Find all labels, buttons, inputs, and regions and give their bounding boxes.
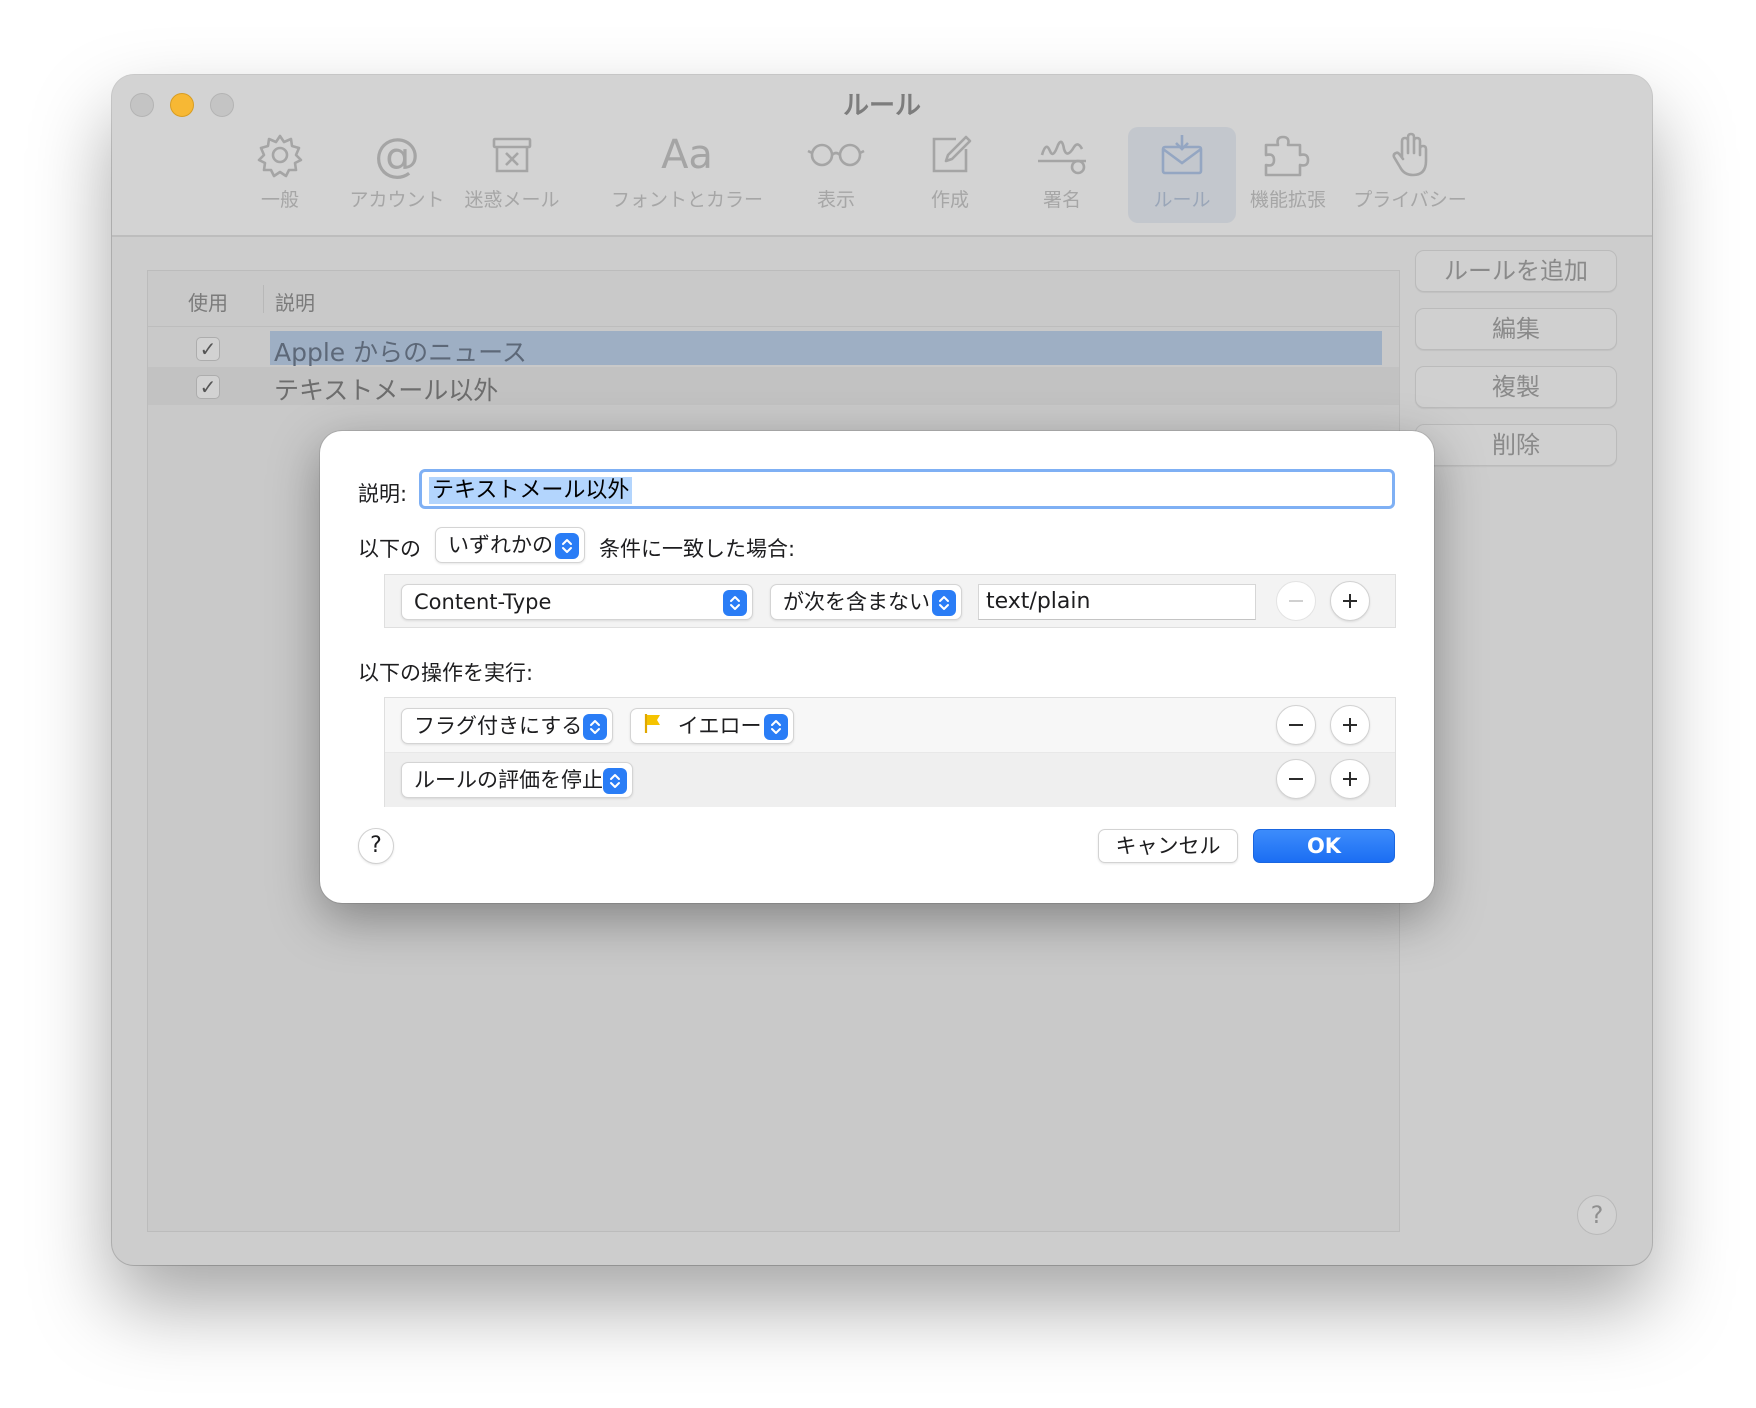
tab-fonts-colors[interactable]: Aa フォントとカラー (598, 127, 776, 223)
cancel-button[interactable]: キャンセル (1098, 829, 1238, 863)
description-input[interactable]: テキストメール以外 (419, 469, 1395, 509)
add-action-button[interactable] (1330, 705, 1370, 745)
edit-rule-button[interactable]: 編集 (1415, 308, 1617, 350)
flag-color-value: イエロー (677, 714, 762, 738)
tab-label: ルール (1153, 189, 1211, 211)
tab-label: 作成 (930, 189, 969, 211)
preferences-toolbar: 一般 @ アカウント 迷惑メール Aa フォントとカラー 表示 作成 署名 ルー… (112, 127, 1652, 227)
action-list: フラグ付きにする イエロー ルールの評価を停止 (384, 697, 1396, 807)
remove-condition-button[interactable] (1276, 581, 1316, 621)
tab-composing[interactable]: 作成 (910, 127, 990, 223)
table-header: 使用 説明 (148, 271, 1399, 327)
table-row[interactable]: ✓ Apple からのニュース (148, 329, 1399, 367)
rules-envelope-icon (1158, 127, 1206, 183)
tab-signatures[interactable]: 署名 (1022, 127, 1102, 223)
tab-accounts[interactable]: @ アカウント (334, 127, 460, 223)
delete-rule-button[interactable]: 削除 (1415, 424, 1617, 466)
rule-description: Apple からのニュース (274, 338, 527, 367)
tab-rules[interactable]: ルール (1128, 127, 1236, 223)
title-bar: ルール 一般 @ アカウント 迷惑メール Aa フォントとカラー 表示 作成 署… (112, 75, 1652, 237)
column-header-use[interactable]: 使用 (188, 287, 228, 316)
duplicate-rule-button[interactable]: 複製 (1415, 366, 1617, 408)
minus-icon (1289, 600, 1303, 602)
condition-prefix-label: 以下の (358, 537, 421, 561)
gear-icon (256, 127, 304, 183)
remove-action-button[interactable] (1276, 705, 1316, 745)
add-condition-button[interactable] (1330, 581, 1370, 621)
condition-operator-value: が次を含まない (783, 590, 930, 614)
action-row: ルールの評価を停止 (385, 753, 1395, 807)
tab-label: 一般 (260, 189, 299, 211)
add-action-button[interactable] (1330, 759, 1370, 799)
hand-icon (1386, 127, 1434, 183)
puzzle-icon (1259, 127, 1317, 183)
match-mode-value: いずれかの (448, 533, 553, 557)
tab-viewing[interactable]: 表示 (796, 127, 876, 223)
condition-list: Content-Type が次を含まない text/plain (384, 574, 1396, 628)
window-help-button[interactable]: ? (1577, 1195, 1617, 1235)
actions-label: 以下の操作を実行: (358, 661, 534, 685)
font-icon: Aa (661, 132, 713, 178)
action-type-value: フラグ付きにする (414, 714, 583, 738)
condition-operator-popup[interactable]: が次を含まない (770, 584, 962, 620)
condition-suffix-label: 条件に一致した場合: (599, 537, 796, 561)
description-label: 説明: (358, 482, 408, 506)
column-header-description[interactable]: 説明 (275, 287, 315, 316)
rule-edit-sheet: 説明: テキストメール以外 以下の いずれかの 条件に一致した場合: Conte… (320, 431, 1434, 903)
table-row[interactable]: ✓ テキストメール以外 (148, 367, 1399, 405)
tab-label: 表示 (816, 189, 855, 211)
tab-label: プライバシー (1353, 189, 1467, 211)
popup-stepper-icon (932, 590, 956, 616)
tab-junk-mail[interactable]: 迷惑メール (452, 127, 572, 223)
popup-stepper-icon (555, 533, 579, 559)
condition-field-value: Content-Type (414, 590, 552, 614)
description-input-value: テキストメール以外 (429, 477, 633, 504)
action-row: フラグ付きにする イエロー (385, 698, 1395, 753)
action-type-popup[interactable]: フラグ付きにする (401, 708, 613, 744)
rule-enabled-checkbox[interactable]: ✓ (196, 337, 220, 361)
plus-icon (1343, 718, 1357, 732)
tab-label: 署名 (1042, 189, 1081, 211)
tab-label: フォントとカラー (610, 189, 763, 211)
popup-stepper-icon (603, 768, 627, 794)
tab-label: 機能拡張 (1249, 189, 1326, 211)
signature-icon (1033, 127, 1091, 183)
tab-general[interactable]: 一般 (240, 127, 320, 223)
rule-enabled-checkbox[interactable]: ✓ (196, 375, 220, 399)
condition-field-popup[interactable]: Content-Type (401, 584, 753, 620)
column-divider[interactable] (263, 285, 264, 313)
at-sign-icon: @ (374, 128, 420, 182)
popup-stepper-icon (764, 714, 788, 740)
minus-icon (1289, 724, 1303, 726)
action-type-popup[interactable]: ルールの評価を停止 (401, 762, 633, 798)
add-rule-button[interactable]: ルールを追加 (1415, 250, 1617, 292)
popup-stepper-icon (723, 590, 747, 616)
window-title: ルール (842, 91, 921, 121)
popup-stepper-icon (583, 714, 607, 740)
junk-tray-icon (488, 127, 536, 183)
tab-privacy[interactable]: プライバシー (1346, 127, 1474, 223)
sheet-help-button[interactable]: ? (358, 828, 394, 864)
plus-icon (1343, 772, 1357, 786)
minus-icon (1289, 778, 1303, 780)
match-mode-popup[interactable]: いずれかの (435, 527, 585, 563)
tab-extensions[interactable]: 機能拡張 (1238, 127, 1338, 223)
plus-icon (1343, 594, 1357, 608)
tab-label: 迷惑メール (464, 189, 560, 211)
glasses-icon (805, 127, 867, 183)
condition-value-input[interactable]: text/plain (978, 584, 1256, 620)
ok-button[interactable]: OK (1253, 829, 1395, 863)
flag-icon (643, 710, 663, 744)
tab-label: アカウント (349, 189, 445, 211)
compose-icon (926, 127, 974, 183)
flag-color-popup[interactable]: イエロー (630, 708, 794, 744)
remove-action-button[interactable] (1276, 759, 1316, 799)
action-type-value: ルールの評価を停止 (414, 768, 603, 792)
rule-description: テキストメール以外 (274, 376, 499, 405)
